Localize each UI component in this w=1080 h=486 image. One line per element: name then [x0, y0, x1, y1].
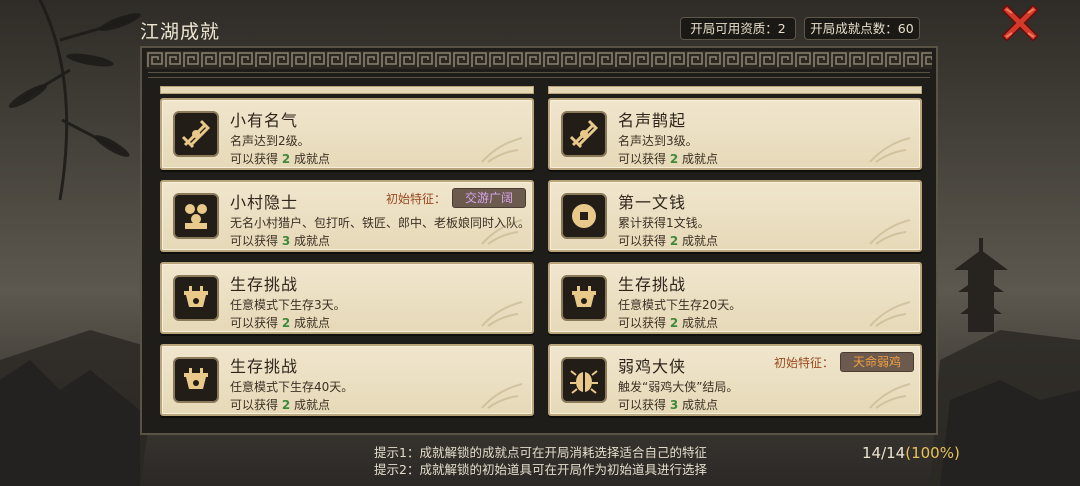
achievement-title: 小村隐士 [230, 193, 299, 212]
reward-number: 3 [669, 398, 679, 412]
fret-border-decoration [146, 51, 932, 69]
achievement-reward: 可以获得 3 成就点 [230, 232, 330, 249]
achievement-title: 生存挑战 [230, 275, 299, 294]
reward-suffix: 成就点 [294, 234, 331, 248]
bamboo-watermark-icon [869, 383, 911, 409]
achievement-title: 生存挑战 [618, 275, 687, 294]
achievement-description: 任意模式下生存40天。 [230, 380, 354, 394]
bamboo-watermark-icon [869, 219, 911, 245]
reward-suffix: 成就点 [682, 234, 719, 248]
reward-number: 2 [281, 398, 291, 412]
page-title: 江湖成就 [140, 21, 221, 43]
achievement-title: 生存挑战 [230, 357, 299, 376]
reward-prefix: 可以获得 [230, 152, 279, 166]
bamboo-watermark-icon [481, 383, 523, 409]
bamboo-watermark-icon [481, 301, 523, 327]
initial-trait-label: 初始特征： [774, 356, 835, 370]
achievement-reward: 可以获得 2 成就点 [618, 314, 718, 331]
reward-prefix: 可以获得 [618, 234, 667, 248]
sword-emblem-icon [173, 111, 219, 157]
reward-suffix: 成就点 [682, 316, 719, 330]
bamboo-watermark-icon [869, 301, 911, 327]
achievement-description: 任意模式下生存20天。 [618, 298, 742, 312]
hint-text: 提示2：成就解锁的初始道具可在开局作为初始道具进行选择 [374, 462, 707, 477]
reward-number: 2 [669, 316, 679, 330]
reward-prefix: 可以获得 [618, 152, 667, 166]
reward-number: 2 [281, 152, 291, 166]
starting-aptitude-counter: 开局可用资质：2 [680, 17, 796, 40]
reward-suffix: 成就点 [294, 316, 331, 330]
achievement-reward: 可以获得 2 成就点 [230, 396, 330, 413]
achievement-reward: 可以获得 2 成就点 [230, 314, 330, 331]
achievement-card[interactable]: 弱鸡大侠 初始特征： 天命弱鸡 触发“弱鸡大侠”结局。 可以获得 3 成就点 [548, 344, 922, 416]
initial-trait-label: 初始特征： [386, 192, 447, 206]
coin-icon [561, 193, 607, 239]
beetle-icon [561, 357, 607, 403]
cauldron-icon [173, 275, 219, 321]
reward-number: 2 [281, 316, 291, 330]
achievement-card[interactable]: 小村隐士 初始特征： 交游广阔 无名小村猎户、包打听、铁匠、郎中、老板娘同时入队… [160, 180, 534, 252]
progress-count: 14/14 [862, 444, 906, 462]
achievement-card[interactable]: 名声鹊起 名声达到3级。 可以获得 2 成就点 [548, 98, 922, 170]
close-button[interactable] [1001, 4, 1039, 42]
reward-prefix: 可以获得 [230, 398, 279, 412]
scrolled-card-edge [548, 86, 922, 94]
reward-suffix: 成就点 [294, 398, 331, 412]
achievement-card[interactable]: 小有名气 名声达到2级。 可以获得 2 成就点 [160, 98, 534, 170]
bamboo-watermark-icon [481, 137, 523, 163]
cauldron-icon [173, 357, 219, 403]
achievement-title: 弱鸡大侠 [618, 357, 687, 376]
achievement-description: 累计获得1文钱。 [618, 216, 710, 230]
completion-progress: 14/14(100%) [862, 444, 960, 462]
reward-suffix: 成就点 [682, 398, 719, 412]
bamboo-watermark-icon [481, 219, 523, 245]
achievement-description: 名声达到2级。 [230, 134, 310, 148]
reward-suffix: 成就点 [294, 152, 331, 166]
achievement-description: 任意模式下生存3天。 [230, 298, 346, 312]
reward-prefix: 可以获得 [618, 398, 667, 412]
bamboo-watermark-icon [869, 137, 911, 163]
reward-suffix: 成就点 [682, 152, 719, 166]
achievement-title: 名声鹊起 [618, 111, 687, 130]
achievement-card[interactable]: 生存挑战 任意模式下生存3天。 可以获得 2 成就点 [160, 262, 534, 334]
sword-emblem-icon [561, 111, 607, 157]
reward-prefix: 可以获得 [618, 316, 667, 330]
scrolled-card-edge [160, 86, 534, 94]
initial-trait-badge: 天命弱鸡 [840, 352, 914, 372]
starting-points-counter: 开局成就点数：60 [804, 17, 920, 40]
initial-trait-badge: 交游广阔 [452, 188, 526, 208]
cauldron-icon [561, 275, 607, 321]
progress-percent: (100%) [905, 444, 960, 462]
reward-number: 3 [281, 234, 291, 248]
villagers-icon [173, 193, 219, 239]
close-icon [1001, 4, 1039, 42]
achievement-description: 名声达到3级。 [618, 134, 698, 148]
reward-number: 2 [669, 152, 679, 166]
reward-prefix: 可以获得 [230, 234, 279, 248]
achievement-title: 小有名气 [230, 111, 299, 130]
achievement-reward: 可以获得 2 成就点 [618, 150, 718, 167]
achievement-card[interactable]: 生存挑战 任意模式下生存40天。 可以获得 2 成就点 [160, 344, 534, 416]
achievement-reward: 可以获得 2 成就点 [618, 232, 718, 249]
reward-number: 2 [669, 234, 679, 248]
achievement-reward: 可以获得 3 成就点 [618, 396, 718, 413]
achievement-reward: 可以获得 2 成就点 [230, 150, 330, 167]
achievement-description: 触发“弱鸡大侠”结局。 [618, 380, 739, 394]
achievement-panel: 小有名气 名声达到2级。 可以获得 2 成就点 名声鹊起 名声达到3级。 可以获… [140, 46, 938, 435]
achievement-card[interactable]: 第一文钱 累计获得1文钱。 可以获得 2 成就点 [548, 180, 922, 252]
panel-divider [148, 72, 930, 78]
achievement-title: 第一文钱 [618, 193, 687, 212]
achievement-card[interactable]: 生存挑战 任意模式下生存20天。 可以获得 2 成就点 [548, 262, 922, 334]
reward-prefix: 可以获得 [230, 316, 279, 330]
